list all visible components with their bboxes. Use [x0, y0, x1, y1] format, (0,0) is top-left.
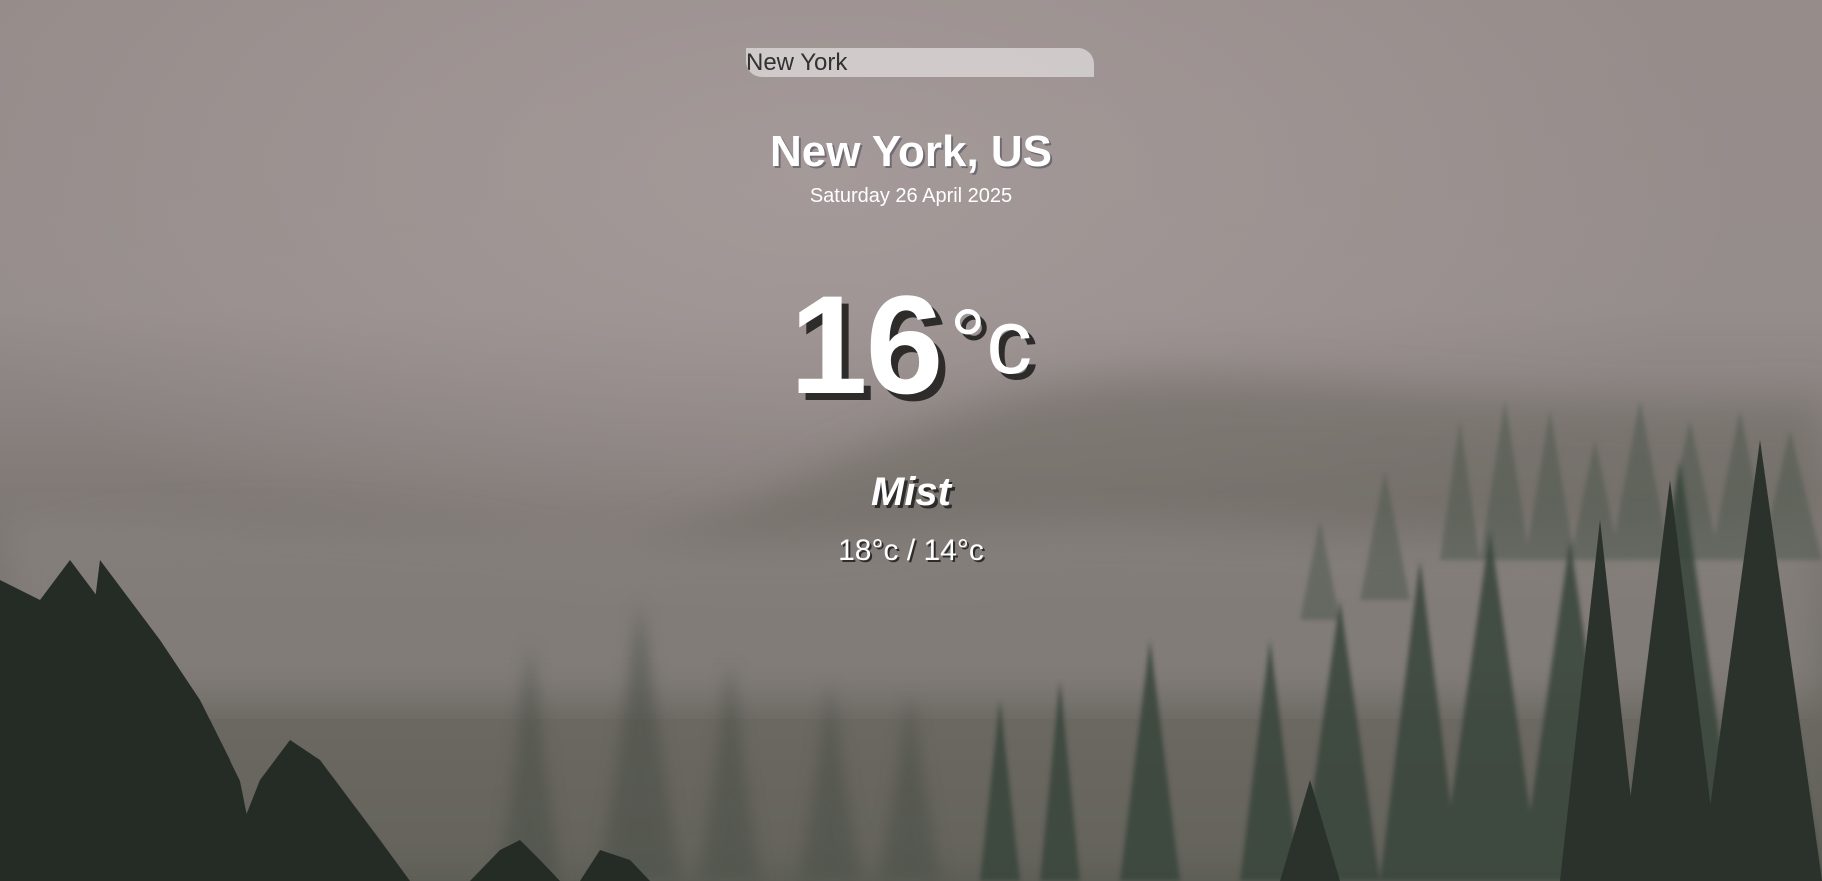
high-low-temperature: 18°c / 14°c — [838, 534, 984, 567]
weather-app: New York, US Saturday 26 April 2025 16°c… — [0, 0, 1822, 881]
date-label: Saturday 26 April 2025 — [809, 185, 1013, 207]
search-input[interactable] — [746, 48, 1094, 77]
temperature-unit: °c — [949, 291, 1033, 393]
current-temperature: 16°c — [0, 270, 1822, 420]
weather-condition: Mist — [871, 470, 951, 514]
location-title: New York, US — [769, 127, 1053, 176]
temperature-value: 16 — [789, 266, 944, 423]
